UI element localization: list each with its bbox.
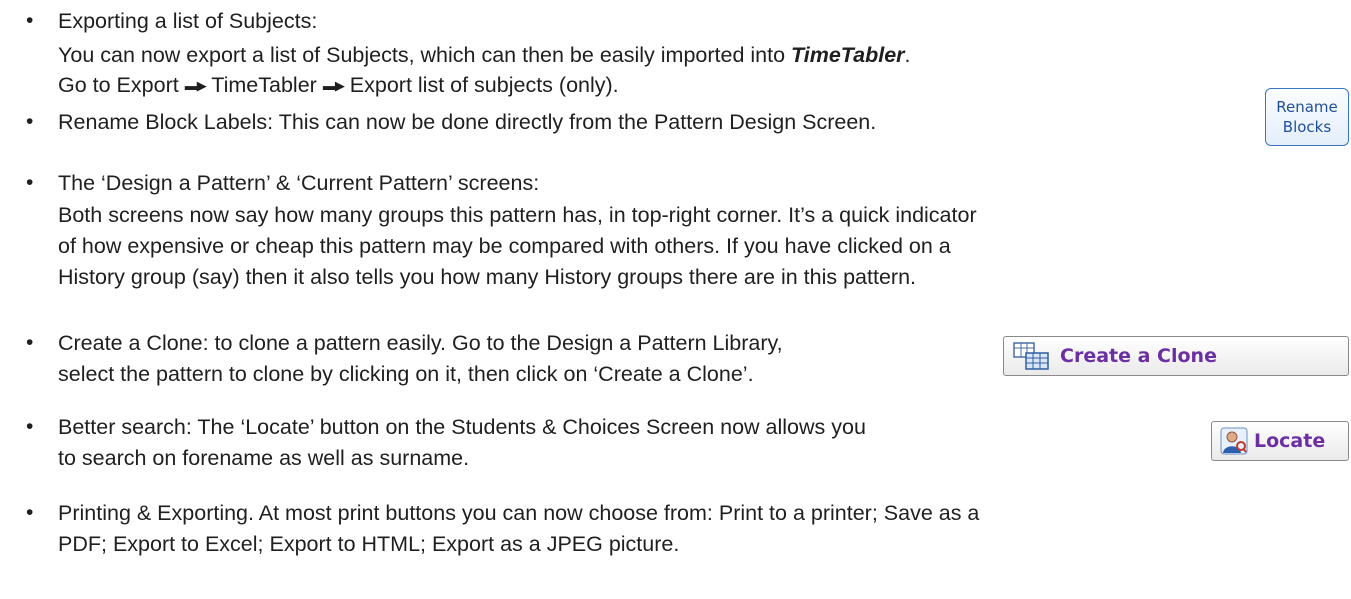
person-search-icon — [1220, 427, 1248, 455]
bullet: • — [26, 501, 34, 524]
menu-path-timetabler: TimeTabler — [211, 73, 317, 97]
locate-button[interactable]: Locate — [1211, 421, 1349, 461]
rename-blocks-button-line2: Blocks — [1282, 118, 1332, 136]
export-subjects-heading: Exporting a list of Subjects: — [58, 9, 318, 33]
bullet: • — [26, 331, 34, 354]
locate-button-label: Locate — [1254, 430, 1326, 452]
export-subjects-text: You can now export a list of Subjects, w… — [58, 42, 911, 68]
table-clone-icon — [1013, 342, 1049, 370]
rename-blocks-button-line1: Rename — [1276, 98, 1338, 116]
menu-path-export: Go to Export — [58, 73, 179, 97]
timetabler-product-name: TimeTabler — [791, 43, 905, 67]
create-a-clone-button[interactable]: Create a Clone — [1003, 336, 1349, 376]
printing-text-2: PDF; Export to Excel; Export to HTML; Ex… — [58, 532, 680, 556]
printing-text-1: Printing & Exporting. At most print butt… — [58, 501, 980, 525]
pattern-screens-text-1: Both screens now say how many groups thi… — [58, 203, 977, 227]
export-subjects-text-start: You can now export a list of Subjects, w… — [58, 43, 792, 67]
arrow-right-icon: ▬▶ — [184, 78, 207, 93]
bullet: • — [26, 415, 34, 438]
pattern-screens-text-3: History group (say) then it also tells y… — [58, 265, 916, 289]
create-a-clone-button-label: Create a Clone — [1060, 345, 1217, 367]
export-subjects-text-end: . — [904, 43, 911, 67]
create-clone-text-2: select the pattern to clone by clicking … — [58, 362, 754, 386]
bullet: • — [26, 110, 34, 133]
export-subjects-path: Go to Export ▬▶ TimeTabler ▬▶ Export lis… — [58, 72, 619, 101]
arrow-right-icon: ▬▶ — [322, 78, 345, 93]
pattern-screens-text-2: of how expensive or cheap this pattern m… — [58, 234, 951, 258]
better-search-text-1: Better search: The ‘Locate’ button on th… — [58, 415, 866, 439]
better-search-text-2: to search on forename as well as surname… — [58, 446, 470, 470]
bullet: • — [26, 9, 34, 32]
rename-blocks-button[interactable]: Rename Blocks — [1265, 88, 1349, 146]
pattern-screens-heading: The ‘Design a Pattern’ & ‘Current Patter… — [58, 171, 540, 195]
bullet: • — [26, 171, 34, 194]
menu-path-export-list: Export list of subjects (only). — [349, 73, 619, 97]
rename-blocks-text: Rename Block Labels: This can now be don… — [58, 110, 877, 134]
create-clone-text-1: Create a Clone: to clone a pattern easil… — [58, 331, 783, 355]
